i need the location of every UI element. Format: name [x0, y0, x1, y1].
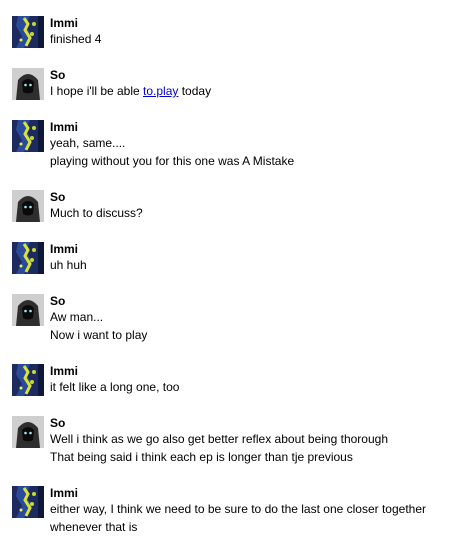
message-text: whenever that is: [50, 520, 138, 534]
message-text: yeah, same....: [50, 136, 126, 150]
message-author: Immi: [50, 364, 79, 378]
message-text: Now i want to play: [50, 328, 148, 342]
immi-avatar[interactable]: [12, 242, 44, 274]
message-text: either way, I think we need to be sure t…: [50, 502, 427, 516]
message-text: That being said i think each ep is longe…: [50, 450, 353, 464]
message-text: finished 4: [50, 32, 102, 46]
message-text: it felt like a long one, too: [50, 380, 180, 394]
message-text-before-link: I hope i'll be able: [50, 84, 144, 98]
message-text: Aw man...: [50, 310, 104, 324]
message-text: I hope i'll be able to.play today: [50, 82, 211, 100]
immi-avatar[interactable]: [12, 486, 44, 518]
message-author: Immi: [50, 242, 79, 256]
immi-avatar[interactable]: [12, 120, 44, 152]
so-avatar[interactable]: [12, 416, 44, 448]
message-text: Much to discuss?: [50, 206, 143, 220]
message-author: Immi: [50, 486, 79, 500]
immi-avatar[interactable]: [12, 364, 44, 396]
message-author: So: [50, 416, 66, 430]
message-author: So: [50, 68, 66, 82]
message-text: Well i think as we go also get better re…: [50, 432, 388, 446]
message-author: So: [50, 294, 66, 308]
message-text: uh huh: [50, 258, 87, 272]
message-link[interactable]: to.play: [143, 84, 178, 98]
message-author: So: [50, 190, 66, 204]
message-author: Immi: [50, 16, 79, 30]
so-avatar[interactable]: [12, 294, 44, 326]
so-avatar[interactable]: [12, 68, 44, 100]
message-text-after-link: today: [178, 84, 212, 98]
immi-avatar[interactable]: [12, 16, 44, 48]
so-avatar[interactable]: [12, 190, 44, 222]
message-text: playing without you for this one was A M…: [50, 154, 295, 168]
message-author: Immi: [50, 120, 79, 134]
